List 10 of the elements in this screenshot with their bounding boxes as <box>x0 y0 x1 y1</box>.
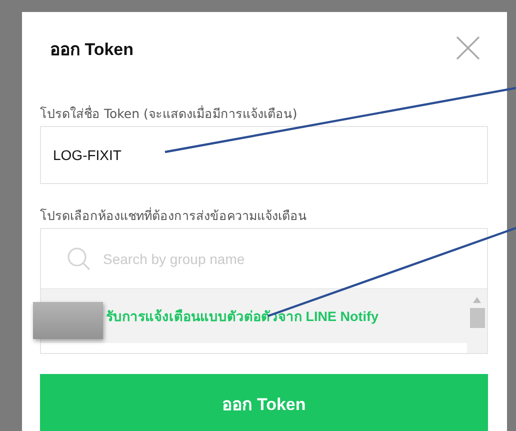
search-icon <box>67 246 91 270</box>
token-name-field[interactable]: LOG-FIXIT <box>40 126 488 184</box>
redaction-box <box>33 302 103 339</box>
close-icon[interactable] <box>456 36 480 60</box>
issue-token-button[interactable]: ออก Token <box>40 374 488 431</box>
dialog-title: ออก Token <box>50 38 134 60</box>
field-label: โปรดเลือกห้องแชทที่ต้องการส่งข้อความแจ้งเตือน <box>40 206 308 225</box>
scroll-up-icon[interactable] <box>473 297 481 303</box>
scrollbar[interactable] <box>467 289 487 353</box>
field-label: โปรดใส่ชื่อ Token (จะแสดงเมื่อมีการแจ้งเตือน) <box>40 104 298 123</box>
